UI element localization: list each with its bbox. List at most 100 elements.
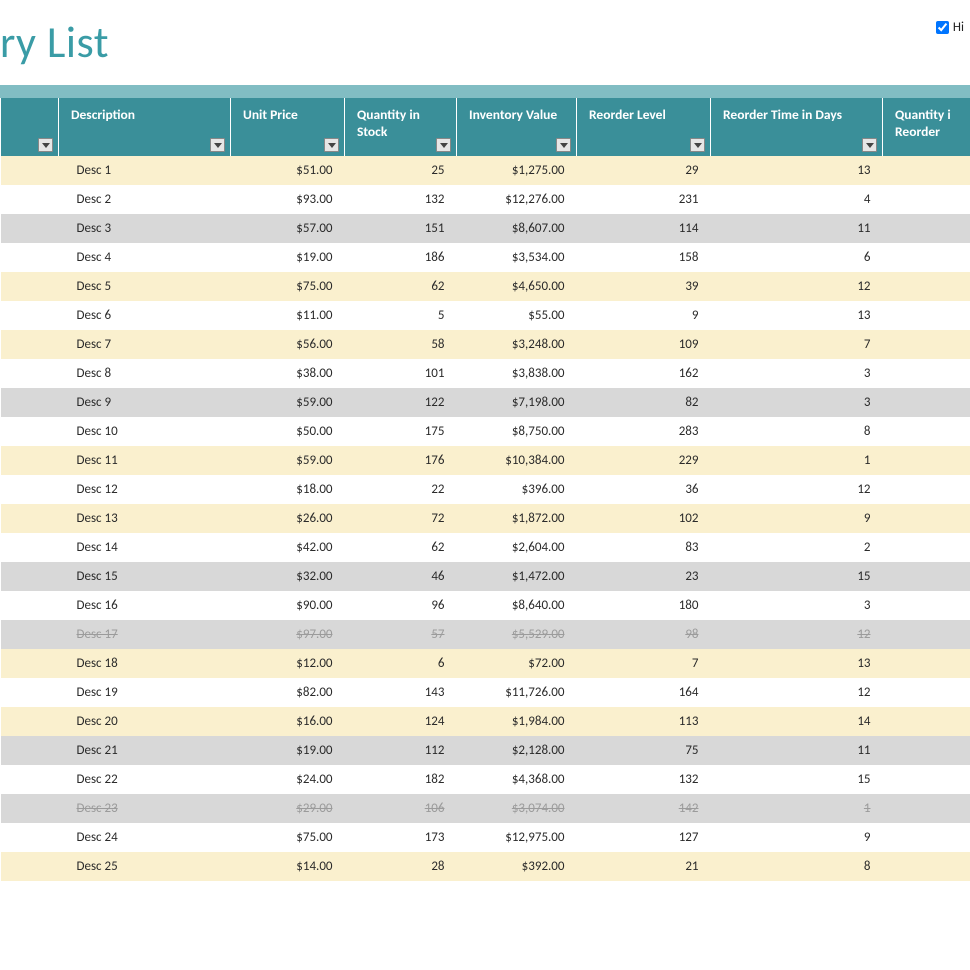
- cell-reorder-time[interactable]: 13: [711, 156, 883, 185]
- cell-qty-stock[interactable]: 101: [345, 359, 457, 388]
- cell-unit-price[interactable]: $42.00: [231, 533, 345, 562]
- cell-description[interactable]: Desc 9: [59, 388, 231, 417]
- cell-qty-reorder[interactable]: [883, 504, 970, 533]
- cell-description[interactable]: Desc 22: [59, 765, 231, 794]
- cell-qty-reorder[interactable]: [883, 533, 970, 562]
- cell-qty-stock[interactable]: 176: [345, 446, 457, 475]
- cell-qty-stock[interactable]: 151: [345, 214, 457, 243]
- cell-blank[interactable]: [1, 765, 59, 794]
- table-row[interactable]: Desc 5$75.0062$4,650.003912: [1, 272, 970, 301]
- cell-unit-price[interactable]: $16.00: [231, 707, 345, 736]
- cell-blank[interactable]: [1, 591, 59, 620]
- cell-unit-price[interactable]: $59.00: [231, 446, 345, 475]
- cell-qty-stock[interactable]: 6: [345, 649, 457, 678]
- cell-inv-value[interactable]: $5,529.00: [457, 620, 577, 649]
- cell-blank[interactable]: [1, 214, 59, 243]
- cell-reorder-time[interactable]: 3: [711, 388, 883, 417]
- cell-description[interactable]: Desc 7: [59, 330, 231, 359]
- cell-blank[interactable]: [1, 475, 59, 504]
- table-row[interactable]: Desc 23$29.00106$3,074.001421: [1, 794, 970, 823]
- cell-qty-stock[interactable]: 5: [345, 301, 457, 330]
- cell-reorder-level[interactable]: 29: [577, 156, 711, 185]
- cell-reorder-time[interactable]: 9: [711, 823, 883, 852]
- cell-qty-reorder[interactable]: [883, 272, 970, 301]
- cell-inv-value[interactable]: $1,472.00: [457, 562, 577, 591]
- cell-reorder-level[interactable]: 180: [577, 591, 711, 620]
- cell-blank[interactable]: [1, 620, 59, 649]
- cell-qty-stock[interactable]: 57: [345, 620, 457, 649]
- cell-qty-stock[interactable]: 58: [345, 330, 457, 359]
- col-header-inv-value[interactable]: Inventory Value: [457, 98, 577, 156]
- cell-qty-reorder[interactable]: [883, 765, 970, 794]
- cell-blank[interactable]: [1, 504, 59, 533]
- cell-inv-value[interactable]: $7,198.00: [457, 388, 577, 417]
- cell-qty-reorder[interactable]: [883, 591, 970, 620]
- cell-qty-stock[interactable]: 62: [345, 533, 457, 562]
- cell-description[interactable]: Desc 25: [59, 852, 231, 881]
- cell-reorder-time[interactable]: 4: [711, 185, 883, 214]
- col-header-unit-price[interactable]: Unit Price: [231, 98, 345, 156]
- cell-inv-value[interactable]: $72.00: [457, 649, 577, 678]
- cell-reorder-level[interactable]: 83: [577, 533, 711, 562]
- cell-qty-reorder[interactable]: [883, 852, 970, 881]
- cell-description[interactable]: Desc 19: [59, 678, 231, 707]
- table-row[interactable]: Desc 2$93.00132$12,276.002314: [1, 185, 970, 214]
- cell-inv-value[interactable]: $12,975.00: [457, 823, 577, 852]
- cell-description[interactable]: Desc 17: [59, 620, 231, 649]
- cell-reorder-time[interactable]: 7: [711, 330, 883, 359]
- cell-description[interactable]: Desc 12: [59, 475, 231, 504]
- cell-description[interactable]: Desc 23: [59, 794, 231, 823]
- cell-blank[interactable]: [1, 272, 59, 301]
- cell-blank[interactable]: [1, 359, 59, 388]
- cell-qty-reorder[interactable]: [883, 649, 970, 678]
- table-row[interactable]: Desc 17$97.0057$5,529.009812: [1, 620, 970, 649]
- cell-description[interactable]: Desc 3: [59, 214, 231, 243]
- table-row[interactable]: Desc 21$19.00112$2,128.007511: [1, 736, 970, 765]
- cell-qty-reorder[interactable]: [883, 620, 970, 649]
- table-row[interactable]: Desc 12$18.0022$396.003612: [1, 475, 970, 504]
- filter-dropdown-icon[interactable]: [690, 138, 705, 152]
- cell-unit-price[interactable]: $24.00: [231, 765, 345, 794]
- cell-qty-stock[interactable]: 182: [345, 765, 457, 794]
- hide-checkbox[interactable]: [936, 21, 949, 34]
- cell-unit-price[interactable]: $19.00: [231, 736, 345, 765]
- cell-qty-reorder[interactable]: [883, 243, 970, 272]
- table-row[interactable]: Desc 8$38.00101$3,838.001623: [1, 359, 970, 388]
- cell-description[interactable]: Desc 4: [59, 243, 231, 272]
- filter-dropdown-icon[interactable]: [210, 138, 225, 152]
- cell-reorder-time[interactable]: 3: [711, 591, 883, 620]
- cell-reorder-time[interactable]: 14: [711, 707, 883, 736]
- col-header-reorder-time[interactable]: Reorder Time in Days: [711, 98, 883, 156]
- cell-inv-value[interactable]: $396.00: [457, 475, 577, 504]
- cell-qty-reorder[interactable]: [883, 823, 970, 852]
- cell-reorder-time[interactable]: 11: [711, 214, 883, 243]
- cell-qty-stock[interactable]: 106: [345, 794, 457, 823]
- cell-qty-stock[interactable]: 96: [345, 591, 457, 620]
- cell-qty-stock[interactable]: 173: [345, 823, 457, 852]
- cell-qty-stock[interactable]: 122: [345, 388, 457, 417]
- cell-reorder-level[interactable]: 231: [577, 185, 711, 214]
- cell-qty-stock[interactable]: 132: [345, 185, 457, 214]
- table-row[interactable]: Desc 14$42.0062$2,604.00832: [1, 533, 970, 562]
- table-row[interactable]: Desc 25$14.0028$392.00218: [1, 852, 970, 881]
- col-header-description[interactable]: Description: [59, 98, 231, 156]
- cell-inv-value[interactable]: $1,275.00: [457, 156, 577, 185]
- filter-dropdown-icon[interactable]: [556, 138, 571, 152]
- cell-blank[interactable]: [1, 446, 59, 475]
- cell-reorder-time[interactable]: 1: [711, 446, 883, 475]
- cell-blank[interactable]: [1, 301, 59, 330]
- cell-unit-price[interactable]: $93.00: [231, 185, 345, 214]
- table-row[interactable]: Desc 3$57.00151$8,607.0011411: [1, 214, 970, 243]
- cell-reorder-time[interactable]: 6: [711, 243, 883, 272]
- cell-qty-reorder[interactable]: [883, 359, 970, 388]
- cell-description[interactable]: Desc 21: [59, 736, 231, 765]
- col-header-qty-stock[interactable]: Quantity in Stock: [345, 98, 457, 156]
- cell-reorder-level[interactable]: 36: [577, 475, 711, 504]
- table-row[interactable]: Desc 13$26.0072$1,872.001029: [1, 504, 970, 533]
- cell-inv-value[interactable]: $3,248.00: [457, 330, 577, 359]
- cell-qty-reorder[interactable]: [883, 794, 970, 823]
- cell-reorder-level[interactable]: 23: [577, 562, 711, 591]
- table-row[interactable]: Desc 6$11.005$55.00913: [1, 301, 970, 330]
- cell-blank[interactable]: [1, 533, 59, 562]
- cell-reorder-level[interactable]: 39: [577, 272, 711, 301]
